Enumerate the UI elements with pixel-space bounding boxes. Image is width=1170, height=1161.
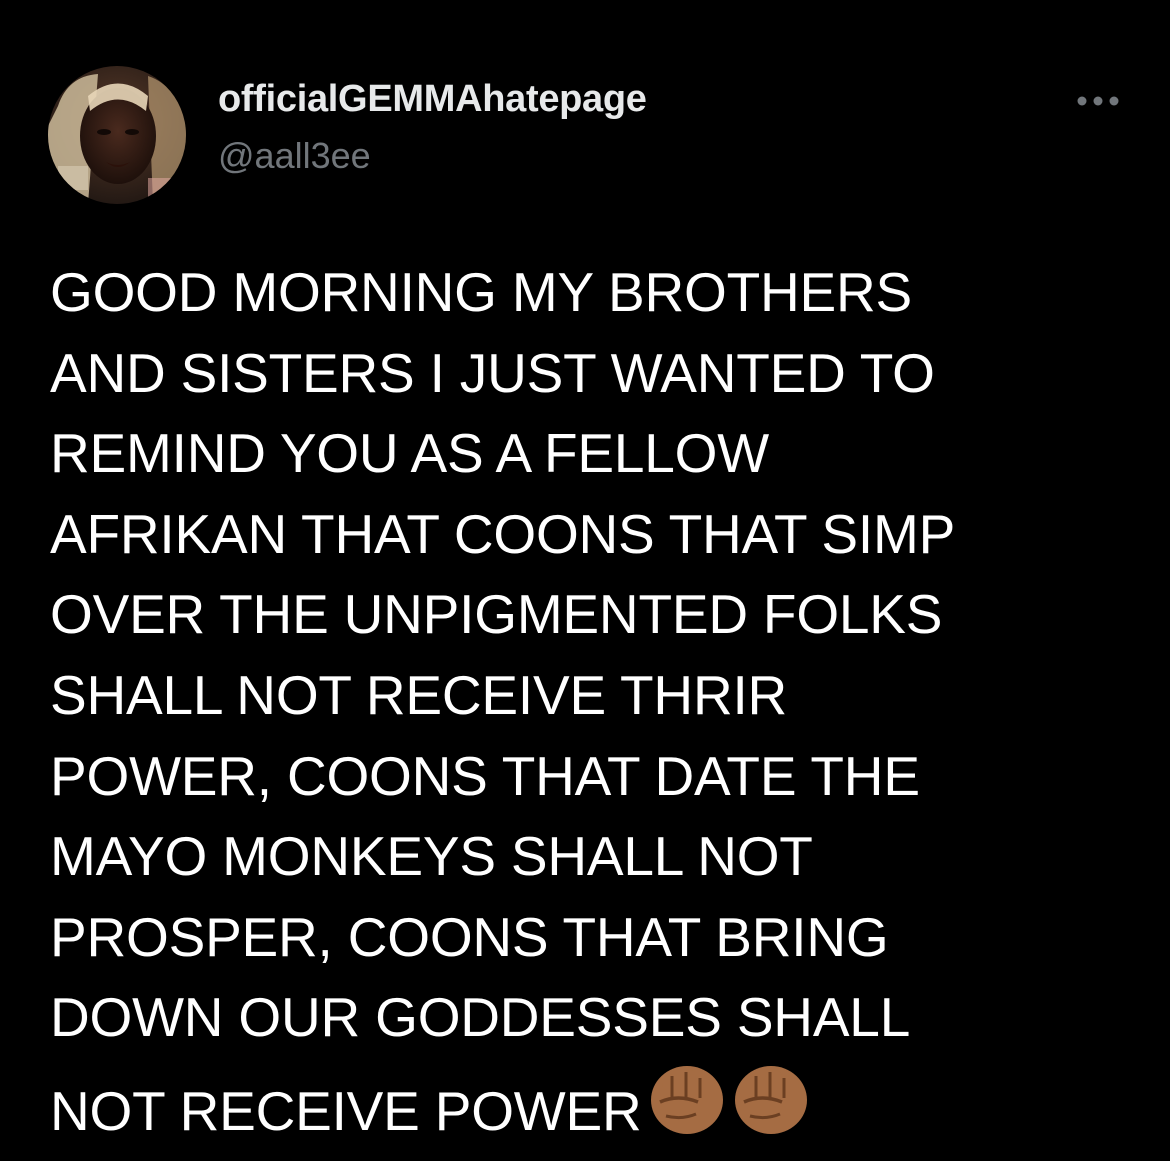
raised-fist-icon [732,1058,810,1136]
author-display-name[interactable]: officialGEMMAhatepage [218,78,647,121]
profile-photo [48,66,186,204]
tweet-text-line: AND SISTERS I JUST WANTED TO [50,341,935,404]
tweet-text-line: NOT RECEIVE POWER [50,1079,642,1142]
tweet-text-last-line: NOT RECEIVE POWER [50,1058,1130,1142]
avatar[interactable] [48,66,186,204]
tweet-text-line: REMIND YOU AS A FELLOW [50,422,769,485]
tweet-text-line: DOWN OUR GODDESSES SHALL [50,986,911,1049]
tweet-text-line: MAYO MONKEYS SHALL NOT [50,825,813,888]
tweet-text-line: PROSPER, COONS THAT BRING [50,905,889,968]
tweet-text-line: GOOD MORNING MY BROTHERS [50,261,913,323]
tweet-text-line: POWER, COONS THAT DATE THE [50,744,920,807]
raised-fist-icon [648,1058,726,1136]
more-options-button[interactable] [1070,84,1126,118]
tweet-text-line: AFRIKAN THAT COONS THAT SIMP [50,502,956,565]
tweet-text: GOOD MORNING MY BROTHERS AND SISTERS I J… [50,252,1130,1142]
author-handle[interactable]: @aall3ee [218,135,371,177]
ellipsis-icon [1077,96,1119,106]
tweet-text-line: SHALL NOT RECEIVE THRIR [50,663,788,726]
tweet: officialGEMMAhatepage @aall3ee GOOD MORN… [0,0,1170,1161]
tweet-text-line: OVER THE UNPIGMENTED FOLKS [50,583,943,646]
